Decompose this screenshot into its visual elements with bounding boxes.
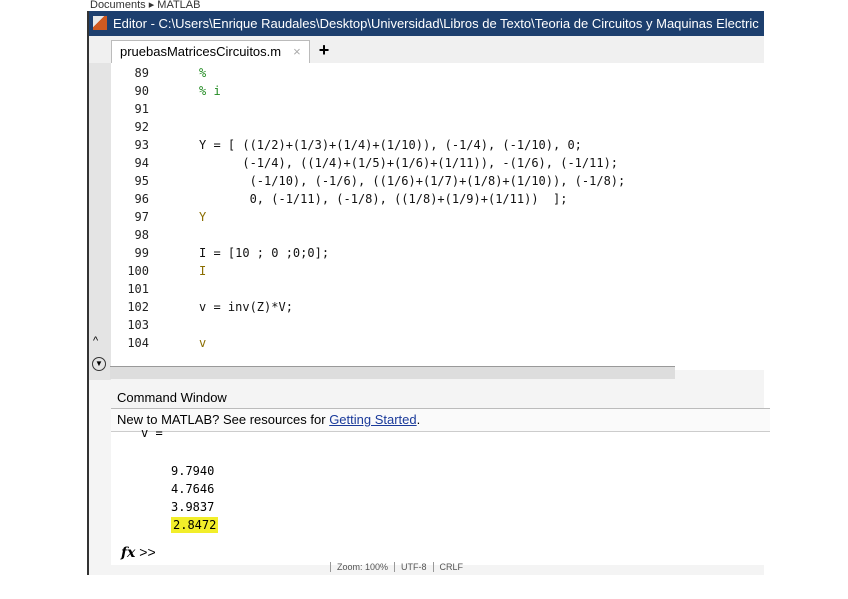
left-gutter: ^ ▼ <box>89 63 111 380</box>
close-tab-icon[interactable]: × <box>293 44 301 59</box>
command-prompt[interactable]: fx >> <box>121 544 156 561</box>
status-bar: Zoom: 100% UTF-8 CRLF <box>330 562 469 572</box>
code-line[interactable]: v <box>199 336 206 350</box>
code-line[interactable]: Y <box>199 210 206 224</box>
expand-icon[interactable]: ▼ <box>92 357 106 371</box>
code-editor[interactable]: 89% 90 % i 91 92 93 Y = [ ((1/2)+(1/3)+(1/4)+(… <box>111 63 764 370</box>
code-line[interactable]: (-1/4), ((1/4)+(1/5)+(1/6)+(1/11)), -(1/… <box>199 156 618 170</box>
line-number: 96 <box>134 192 149 206</box>
banner-text: New to MATLAB? See resources for <box>117 412 330 427</box>
code-line[interactable]: I <box>199 264 206 278</box>
line-number: 98 <box>134 228 149 242</box>
code-line[interactable]: % i <box>199 84 221 98</box>
line-number: 91 <box>134 102 149 116</box>
scroll-up-icon[interactable]: ^ <box>93 335 98 347</box>
status-zoom: Zoom: 100% <box>330 562 394 572</box>
line-number: 92 <box>134 120 149 134</box>
command-window[interactable]: v = 9.7940 4.7646 3.9837 2.8472 fx >> <box>111 426 764 565</box>
code-line[interactable]: I = [10 ; 0 ;0;0]; <box>199 246 329 260</box>
editor-icon <box>93 16 107 30</box>
line-number: 100 <box>127 264 149 278</box>
line-number: 101 <box>127 282 149 296</box>
breadcrumb: Documents ▸ MATLAB <box>90 0 201 11</box>
line-number: 93 <box>134 138 149 152</box>
breadcrumb-matlab[interactable]: MATLAB <box>157 0 200 11</box>
line-number: 90 <box>134 84 149 98</box>
line-number: 95 <box>134 174 149 188</box>
output-value: 4.7646 <box>171 482 215 496</box>
status-line-ending: CRLF <box>432 562 470 572</box>
line-number: 103 <box>127 318 149 332</box>
breadcrumb-documents[interactable]: Documents <box>90 0 146 11</box>
line-number: 89 <box>134 66 149 80</box>
tab-bar: pruebasMatricesCircuitos.m × + <box>89 36 764 64</box>
command-window-title: Command Window <box>111 388 770 409</box>
code-line[interactable]: 0, (-1/11), (-1/8), ((1/8)+(1/9)+(1/11))… <box>199 192 568 206</box>
code-line[interactable]: (-1/10), (-1/6), ((1/6)+(1/7)+(1/8)+(1/1… <box>199 174 626 188</box>
prompt-symbol: >> <box>139 544 156 560</box>
line-number: 104 <box>127 336 149 350</box>
banner-period: . <box>416 412 421 427</box>
getting-started-banner: New to MATLAB? See resources for Getting… <box>111 409 770 432</box>
line-number: 102 <box>127 300 149 314</box>
code-line[interactable]: % <box>199 66 206 80</box>
output-var-header: v = <box>141 426 163 440</box>
code-line[interactable]: v = inv(Z)*V; <box>199 300 293 314</box>
tab-label: pruebasMatricesCircuitos.m <box>120 44 282 59</box>
fx-icon[interactable]: fx <box>121 545 135 561</box>
window-title: Editor - C:\Users\Enrique Raudales\Deskt… <box>113 16 759 31</box>
line-number: 94 <box>134 156 149 170</box>
output-value-highlighted: 2.8472 <box>171 517 219 533</box>
output-value: 9.7940 <box>171 464 215 478</box>
output-value: 3.9837 <box>171 500 215 514</box>
getting-started-link[interactable]: Getting Started <box>329 412 416 427</box>
line-number: 97 <box>134 210 149 224</box>
add-tab-button[interactable]: + <box>313 40 335 62</box>
status-encoding: UTF-8 <box>394 562 433 572</box>
matlab-window: Editor - C:\Users\Enrique Raudales\Deskt… <box>87 11 770 575</box>
editor-title-bar: Editor - C:\Users\Enrique Raudales\Deskt… <box>89 11 764 36</box>
code-line[interactable]: Y = [ ((1/2)+(1/3)+(1/4)+(1/10)), (-1/4)… <box>199 138 582 152</box>
tab-file[interactable]: pruebasMatricesCircuitos.m × <box>111 40 310 63</box>
horizontal-scrollbar[interactable] <box>110 366 675 379</box>
line-number: 99 <box>134 246 149 260</box>
